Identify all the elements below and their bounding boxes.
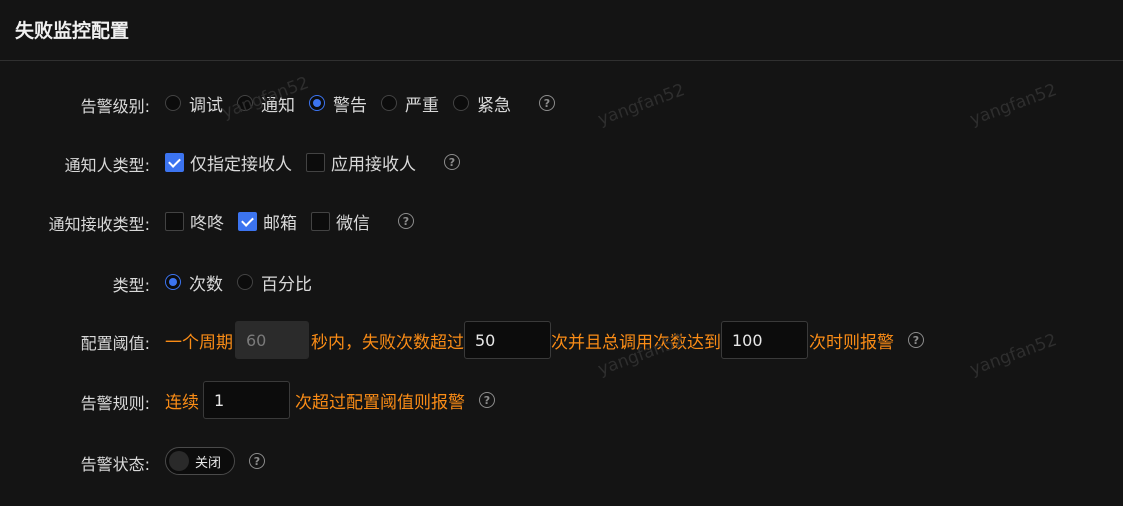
alert-level-label: 告警级别:: [80, 97, 150, 116]
type-radio-group: 次数 百分比: [165, 262, 326, 302]
type-row: 类型: 次数 百分比: [0, 262, 1123, 302]
radio[interactable]: [381, 95, 397, 111]
alert-level-option-notice[interactable]: 通知: [237, 91, 295, 116]
rule-row: 告警规则: 连续 次超过配置阈值则报警 ?: [0, 380, 1123, 420]
notify-channel-option-wechat[interactable]: 微信: [311, 209, 370, 234]
threshold-controls: 一个周期 秒内，失败次数超过 次并且总调用次数达到 次时则报警 ?: [165, 320, 924, 360]
alert-status-switch[interactable]: 关闭: [165, 447, 235, 475]
total-count-input[interactable]: [721, 321, 808, 359]
notify-channel-label: 通知接收类型:: [48, 215, 150, 234]
period-input[interactable]: [235, 321, 309, 359]
consecutive-count-input[interactable]: [203, 381, 290, 419]
switch-label: 关闭: [195, 456, 222, 471]
radio-selected[interactable]: [309, 95, 325, 111]
checkbox[interactable]: [165, 211, 184, 231]
help-icon[interactable]: ?: [908, 332, 924, 348]
notify-target-option-specified[interactable]: 仅指定接收人: [165, 150, 292, 175]
alert-level-option-debug[interactable]: 调试: [165, 91, 223, 116]
alert-level-option-warning[interactable]: 警告: [309, 91, 367, 116]
checkbox[interactable]: [311, 211, 330, 231]
alert-level-option-urgent[interactable]: 紧急: [453, 91, 511, 116]
threshold-row: 配置阈值: 一个周期 秒内，失败次数超过 次并且总调用次数达到 次时则报警 ?: [0, 320, 1123, 360]
threshold-text-period: 一个周期: [165, 332, 233, 353]
notify-target-option-app[interactable]: 应用接收人: [306, 150, 416, 175]
threshold-text-seconds: 秒内，失败次数超过: [311, 332, 464, 353]
status-label: 告警状态:: [80, 455, 150, 474]
notify-channel-option-email[interactable]: 邮箱: [238, 209, 297, 234]
status-row: 告警状态: 关闭 ?: [0, 441, 1123, 481]
notify-channel-option-dongdong[interactable]: 咚咚: [165, 209, 224, 234]
switch-knob: [169, 451, 189, 471]
radio[interactable]: [165, 95, 181, 111]
type-label: 类型:: [112, 276, 150, 295]
page-header: 失败监控配置: [0, 0, 1123, 61]
status-controls: 关闭 ?: [165, 441, 265, 481]
alert-level-radio-group: 调试 通知 警告 严重 紧急 ?: [165, 83, 555, 123]
threshold-text-total: 次并且总调用次数达到: [551, 332, 721, 353]
radio-selected[interactable]: [165, 274, 181, 290]
notify-target-row: 通知人类型: 仅指定接收人 应用接收人 ?: [0, 142, 1123, 182]
radio[interactable]: [453, 95, 469, 111]
checkbox[interactable]: [306, 152, 325, 172]
checkbox-checked[interactable]: [165, 152, 184, 172]
rule-text-consecutive: 连续: [165, 392, 199, 413]
rule-controls: 连续 次超过配置阈值则报警 ?: [165, 380, 495, 420]
page-title: 失败监控配置: [15, 20, 130, 42]
help-icon[interactable]: ?: [249, 453, 265, 469]
threshold-text-alarm: 次时则报警: [809, 332, 894, 353]
help-icon[interactable]: ?: [539, 95, 555, 111]
notify-channel-checkbox-group: 咚咚 邮箱 微信 ?: [165, 201, 414, 241]
type-option-percent[interactable]: 百分比: [237, 270, 312, 295]
type-option-count[interactable]: 次数: [165, 270, 223, 295]
alert-level-option-severe[interactable]: 严重: [381, 91, 439, 116]
radio[interactable]: [237, 274, 253, 290]
rule-label: 告警规则:: [80, 394, 150, 413]
help-icon[interactable]: ?: [444, 154, 460, 170]
alert-level-row: 告警级别: 调试 通知 警告 严重 紧急 ?: [0, 83, 1123, 123]
rule-text-exceed: 次超过配置阈值则报警: [295, 392, 465, 413]
radio[interactable]: [237, 95, 253, 111]
notify-target-checkbox-group: 仅指定接收人 应用接收人 ?: [165, 142, 460, 182]
notify-channel-row: 通知接收类型: 咚咚 邮箱 微信 ?: [0, 201, 1123, 241]
checkbox-checked[interactable]: [238, 211, 257, 231]
help-icon[interactable]: ?: [479, 392, 495, 408]
notify-target-label: 通知人类型:: [64, 156, 150, 175]
help-icon[interactable]: ?: [398, 213, 414, 229]
fail-count-input[interactable]: [464, 321, 551, 359]
threshold-label: 配置阈值:: [80, 334, 150, 353]
